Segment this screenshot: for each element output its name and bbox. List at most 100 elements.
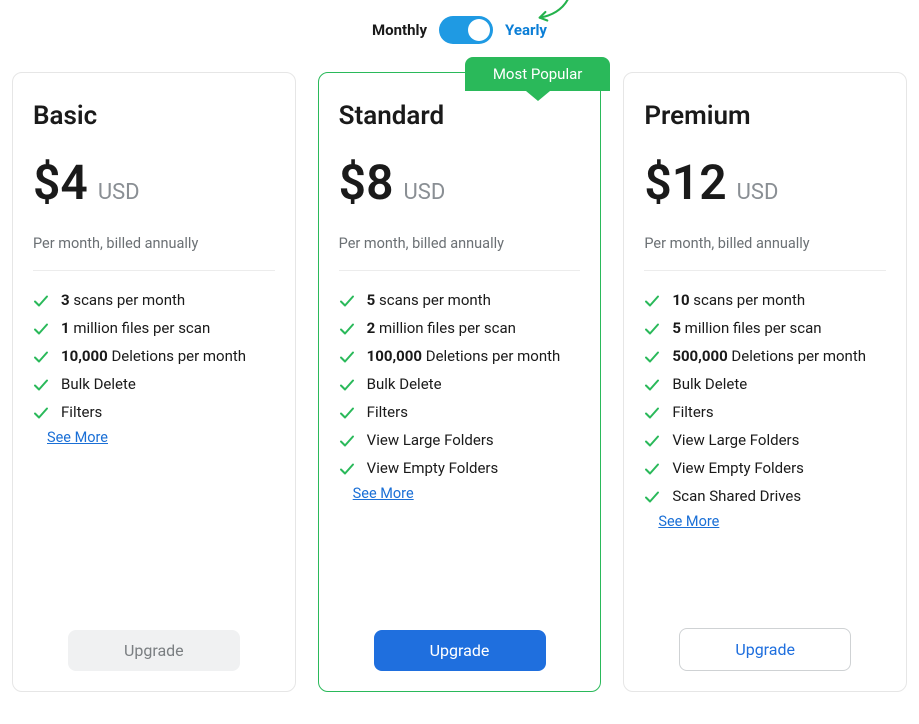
check-icon [644,293,660,309]
price-amount: $12 [644,159,726,207]
feature-value: 2 [367,319,376,337]
check-icon [644,405,660,421]
pricing-card-standard: Most PopularStandard$8USDPer month, bill… [318,72,602,692]
currency-code: USD [404,180,446,205]
see-more-link[interactable]: See More [658,513,886,530]
check-icon [644,349,660,365]
feature-value: 100,000 [367,347,422,365]
hand-drawn-arrow-icon [534,0,572,26]
divider [339,270,581,271]
feature-text: 10 scans per month [672,291,805,309]
billing-note: Per month, billed annually [33,235,275,252]
feature-text: View Large Folders [367,431,494,449]
feature-item: Scan Shared Drives [644,487,886,505]
check-icon [339,293,355,309]
price-row: $4USD [33,159,275,207]
card-footer: Upgrade [339,610,581,671]
feature-text: 2 million files per scan [367,319,516,337]
feature-item: 500,000 Deletions per month [644,347,886,365]
check-icon [644,461,660,477]
plan-title: Basic [33,101,275,131]
feature-value: 3 [61,291,70,309]
feature-value: 10,000 [61,347,108,365]
feature-text: Filters [61,403,102,421]
upgrade-button[interactable]: Upgrade [679,628,851,671]
check-icon [644,321,660,337]
card-footer: Upgrade [644,608,886,671]
divider [644,270,886,271]
feature-text: 3 scans per month [61,291,185,309]
feature-text: Bulk Delete [61,375,136,393]
check-icon [33,349,49,365]
feature-text: Bulk Delete [367,375,442,393]
upgrade-button: Upgrade [68,630,240,671]
check-icon [33,293,49,309]
divider [33,270,275,271]
feature-text: 5 scans per month [367,291,491,309]
toggle-knob [468,19,490,41]
feature-item: 3 scans per month [33,291,275,309]
feature-text: 100,000 Deletions per month [367,347,561,365]
feature-text: 1 million files per scan [61,319,210,337]
billing-note: Per month, billed annually [339,235,581,252]
feature-value: 500,000 [672,347,727,365]
feature-text: 10,000 Deletions per month [61,347,246,365]
most-popular-ribbon: Most Popular [465,57,611,91]
feature-list: 10 scans per month 5 million files per sc… [644,291,886,505]
check-icon [339,461,355,477]
check-icon [339,349,355,365]
feature-item: 100,000 Deletions per month [339,347,581,365]
feature-item: View Large Folders [644,431,886,449]
plan-title: Premium [644,101,886,131]
feature-text: Filters [367,403,408,421]
see-more-link[interactable]: See More [353,485,581,502]
check-icon [339,377,355,393]
check-icon [339,321,355,337]
feature-text: View Large Folders [672,431,799,449]
check-icon [644,433,660,449]
billing-note: Per month, billed annually [644,235,886,252]
feature-text: Scan Shared Drives [672,487,801,505]
check-icon [33,377,49,393]
feature-item: View Empty Folders [339,459,581,477]
feature-item: 10,000 Deletions per month [33,347,275,365]
feature-text: Bulk Delete [672,375,747,393]
pricing-card-basic: Basic $4USD Per month, billed annually 3 sc… [12,72,296,692]
feature-value: 5 [367,291,376,309]
feature-item: 5 million files per scan [644,319,886,337]
feature-item: 5 scans per month [339,291,581,309]
check-icon [33,321,49,337]
see-more-link[interactable]: See More [47,429,275,446]
feature-text: View Empty Folders [672,459,804,477]
feature-text: 5 million files per scan [672,319,821,337]
feature-text: 500,000 Deletions per month [672,347,866,365]
feature-list: 5 scans per month 2 million files per sca… [339,291,581,477]
check-icon [33,405,49,421]
check-icon [644,489,660,505]
check-icon [339,405,355,421]
toggle-label-monthly[interactable]: Monthly [372,21,427,39]
feature-item: 1 million files per scan [33,319,275,337]
feature-value: 5 [672,319,681,337]
feature-item: Bulk Delete [33,375,275,393]
price-amount: $8 [339,159,394,207]
check-icon [339,433,355,449]
billing-toggle[interactable] [439,16,493,44]
feature-item: Bulk Delete [644,375,886,393]
feature-value: 1 [61,319,70,337]
feature-value: 10 [672,291,689,309]
upgrade-button[interactable]: Upgrade [374,630,546,671]
feature-item: View Empty Folders [644,459,886,477]
feature-item: Filters [339,403,581,421]
feature-item: 2 million files per scan [339,319,581,337]
price-row: $12USD [644,159,886,207]
plan-title: Standard [339,101,581,131]
feature-item: View Large Folders [339,431,581,449]
feature-text: View Empty Folders [367,459,499,477]
feature-item: Filters [33,403,275,421]
feature-item: Filters [644,403,886,421]
card-footer: Upgrade [33,610,275,671]
feature-text: Filters [672,403,713,421]
feature-item: Bulk Delete [339,375,581,393]
feature-list: 3 scans per month 1 million files per sca… [33,291,275,421]
